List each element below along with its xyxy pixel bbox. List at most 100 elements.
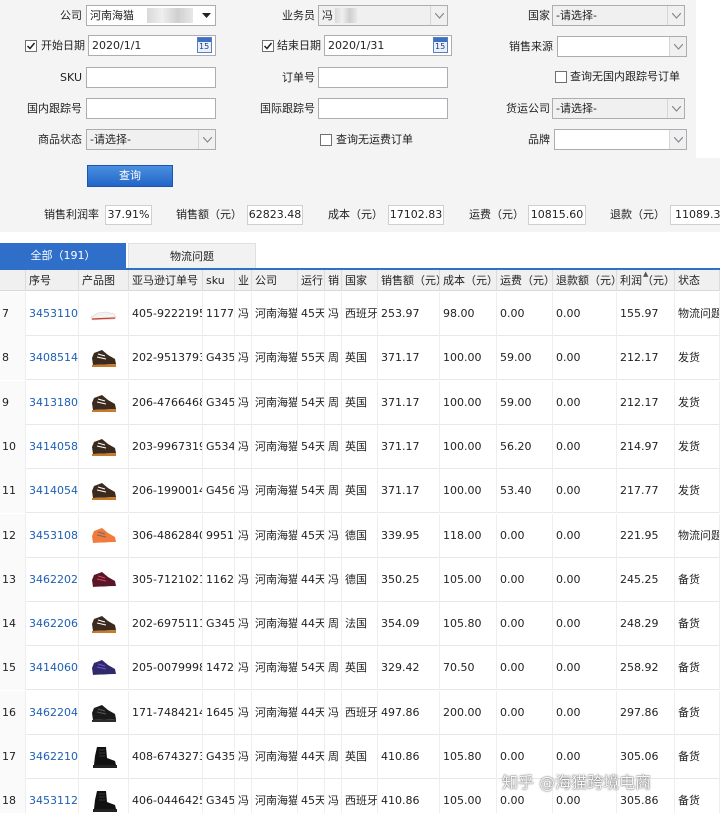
cell-shoe[interactable] [79,424,129,469]
column-header-cost[interactable]: 成本（元） [440,270,497,291]
column-header-refund[interactable]: 退款额（元） [553,270,617,291]
cell-no[interactable]: 3462210 [26,735,79,779]
cell-country: 法国 [342,602,378,647]
cell-shoe[interactable] [79,602,129,647]
table-row[interactable]: 11 3414054 206-1990014- G456 冯河南海猫 54天周英国 371.… [0,469,720,514]
cell-company: 河南海猫 [252,690,298,735]
cell-no[interactable]: 3453110 [26,292,79,336]
cell-company: 河南海猫 [252,292,298,336]
cell-shoe[interactable] [79,779,129,813]
product-status-select[interactable]: -请选择- [86,129,216,150]
cell-shoe[interactable] [79,557,129,602]
cell-row: 7 [0,292,26,336]
table-row[interactable]: 10 3414058 203-9967319- G534 冯河南海猫 54天周英国 371.… [0,424,720,469]
cell-row: 14 [0,602,26,647]
column-header-shoe[interactable]: 产品图 [79,270,129,291]
sku-input[interactable] [86,67,216,88]
cell-biz: 冯 [235,513,252,558]
cell-company: 河南海猫 [252,380,298,425]
table-row[interactable]: 13 3462202 305-7121021- 1162. 冯河南海猫 44天冯德国 350… [0,557,720,602]
cell-refund: 0.00 [553,646,617,691]
column-header-company[interactable]: 公司 [252,270,298,291]
cell-sales_ch: 周 [325,469,342,514]
tab-all[interactable]: 全部（191） [0,243,126,269]
order-no-input[interactable] [318,67,448,88]
cell-shoe[interactable] [79,690,129,735]
start-date-checkbox[interactable] [25,40,37,52]
table-row[interactable]: 7 3453110 405-9222195- 1177. 冯河南海猫 45天冯西班牙 253… [0,292,720,336]
column-header-no[interactable]: 序号 [26,270,79,291]
cell-no[interactable]: 3414054 [26,469,79,514]
column-header-sales_ch[interactable]: 销 [325,270,342,291]
sales-label: 销售额（元） [176,208,242,221]
cell-run: 44天 [298,602,325,647]
end-date-picker[interactable]: 2020/1/31 15 [324,35,452,56]
sales-source-label: 销售来源 [509,40,553,53]
cell-order: 205-0079998- [129,646,203,691]
cell-profit: 212.17 [617,380,675,425]
cell-sku: G534 [203,424,235,469]
calendar-icon[interactable]: 15 [433,37,448,53]
cell-shoe[interactable] [79,646,129,691]
cell-no[interactable]: 3453112 [26,779,79,813]
column-header-order[interactable]: 亚马逊订单号 [129,270,203,291]
domestic-tracking-input[interactable] [86,98,216,119]
tab-logistics-issues[interactable]: 物流问题 [128,243,256,269]
cell-sku: 1645 [203,690,235,735]
cell-shoe[interactable] [79,513,129,558]
chevron-down-icon [667,6,684,25]
no-domestic-tracking-checkbox[interactable] [555,71,567,83]
cell-no[interactable]: 3462206 [26,602,79,647]
cell-no[interactable]: 3408514 [26,336,79,381]
column-header-freight[interactable]: 运费（元） [497,270,553,291]
intl-tracking-input[interactable] [318,98,448,119]
column-header-biz[interactable]: 业 [235,270,252,291]
column-header-run[interactable]: 运行 [298,270,325,291]
brand-select[interactable] [554,129,687,150]
table-row[interactable]: 8 3408514 202-9513793- G435 冯河南海猫 55天周英国 371.1… [0,336,720,381]
cell-sales_ch: 周 [325,735,342,779]
salesperson-select[interactable]: 冯 [318,5,448,26]
table-row[interactable]: 15 3414060 205-0079998- 1472 冯河南海猫 54天周英国 329.… [0,646,720,691]
cell-no[interactable]: 3413180 [26,380,79,425]
cell-profit: 221.95 [617,513,675,558]
cell-shoe[interactable] [79,292,129,336]
cell-no[interactable]: 3462204 [26,690,79,735]
query-button[interactable]: 查询 [87,165,173,187]
no-freight-checkbox[interactable] [320,134,332,146]
end-date-checkbox[interactable] [262,40,274,52]
table-row[interactable]: 9 3413180 206-4766468- G345 冯河南海猫 54天周英国 371.1… [0,380,720,425]
calendar-icon[interactable]: 15 [197,37,212,53]
start-date-picker[interactable]: 2020/1/1 15 [88,35,216,56]
freight-company-select[interactable]: -请选择- [552,98,685,119]
cell-freight: 0.00 [497,646,553,691]
column-header-status[interactable]: 状态 [675,270,720,291]
no-freight-label: 查询无运费订单 [336,133,413,146]
cell-no[interactable]: 3453108 [26,513,79,558]
cell-refund: 0.00 [553,292,617,336]
column-header-country[interactable]: 国家 [342,270,378,291]
cell-shoe[interactable] [79,735,129,779]
cell-refund: 0.00 [553,380,617,425]
column-header-sales[interactable]: 销售额（元） [378,270,440,291]
cell-shoe[interactable] [79,336,129,381]
cell-freight: 0.00 [497,557,553,602]
shoe-image-icon [93,791,117,813]
cell-no[interactable]: 3414060 [26,646,79,691]
cell-no[interactable]: 3462202 [26,557,79,602]
cell-no[interactable]: 3414058 [26,424,79,469]
cell-shoe[interactable] [79,380,129,425]
cell-shoe[interactable] [79,469,129,514]
cell-company: 河南海猫 [252,779,298,813]
sales-source-select[interactable] [557,36,687,57]
table-row[interactable]: 12 3453108 306-4862840- 9951. 冯河南海猫 45天冯德国 339… [0,513,720,558]
cell-order: 406-0446425- [129,779,203,813]
table-row[interactable]: 16 3462204 171-7484214- 1645 冯河南海猫 44天冯西班牙 497… [0,690,720,735]
column-header-profit[interactable]: 利润（元） ▲ [617,270,675,291]
salesperson-label: 业务员 [282,9,315,22]
table-row[interactable]: 14 3462206 202-6975111- G345 冯河南海猫 44天周法国 354.… [0,602,720,647]
country-select[interactable]: -请选择- [552,5,685,26]
column-header-sku[interactable]: sku [203,270,235,291]
cell-order: 171-7484214- [129,690,203,735]
company-select[interactable]: 河南海猫 [86,5,216,26]
